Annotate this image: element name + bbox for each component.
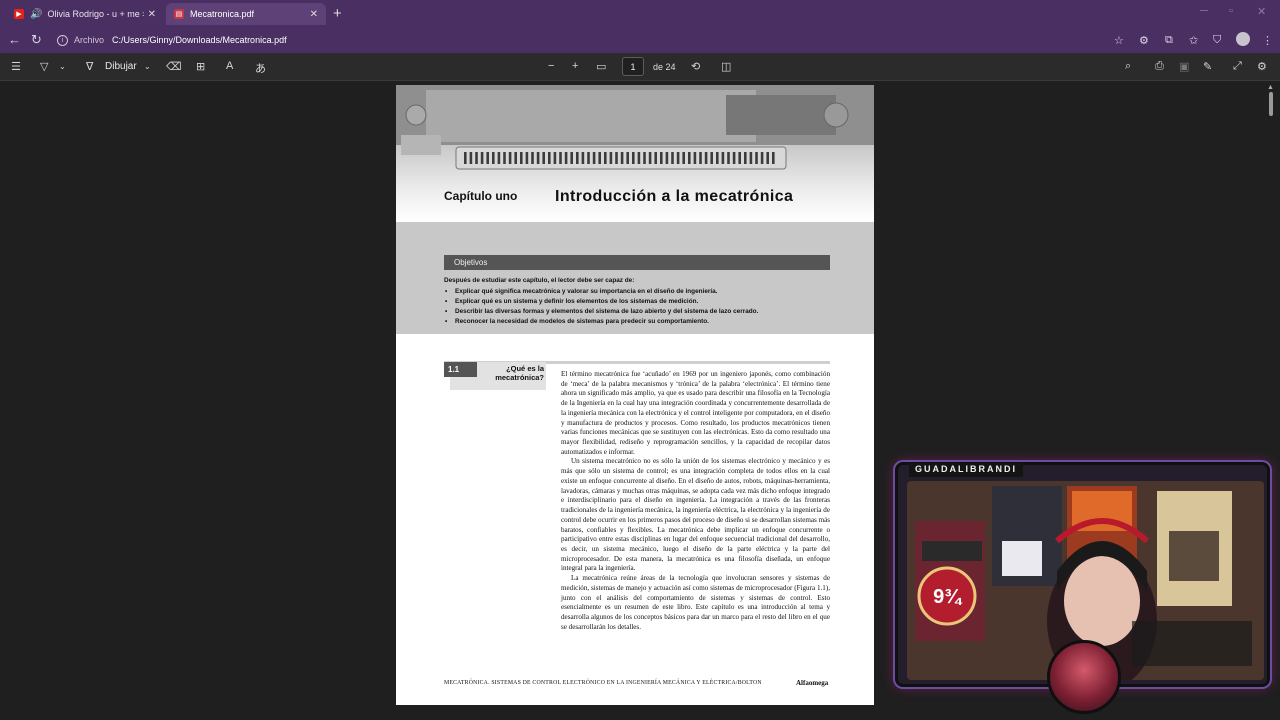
objectives-intro: Después de estudiar este capítulo, el le… xyxy=(444,277,635,284)
save-icon[interactable]: ▣ xyxy=(1179,60,1189,73)
chapter-title: Introducción a la mecatrónica xyxy=(555,188,794,205)
page-footer-publisher: Alfaomega xyxy=(796,679,829,687)
extensions-icon[interactable]: ⚙ xyxy=(1139,34,1149,47)
page-footer-title: MECATRÓNICA. SISTEMAS DE CONTROL ELECTRÓ… xyxy=(444,680,762,686)
minimize-icon[interactable]: ─ xyxy=(1200,5,1208,17)
close-tab-icon[interactable]: ✕ xyxy=(310,9,318,20)
page-view-icon[interactable]: ◫ xyxy=(721,60,731,73)
section-number: 1.1 xyxy=(444,362,477,377)
scroll-up-icon[interactable]: ▲ xyxy=(1267,84,1274,91)
streamer-avatar xyxy=(1047,640,1121,714)
streamer-name: GUADALIBRANDI xyxy=(909,463,1023,477)
address-bar[interactable]: i Archivo C:/Users/Ginny/Downloads/Mecat… xyxy=(50,30,1140,50)
save-as-icon[interactable]: ✎ xyxy=(1203,60,1212,73)
close-tab-icon[interactable]: ✕ xyxy=(148,9,156,20)
settings-icon[interactable]: ⚙ xyxy=(1257,60,1267,73)
page-number-input[interactable]: 1 xyxy=(622,57,644,76)
tab-pdf[interactable]: ▤ Mecatronica.pdf ✕ xyxy=(166,3,326,25)
section-title: ¿Qué es la mecatrónica? xyxy=(495,364,544,382)
objectives-heading: Objetivos xyxy=(444,255,830,270)
paragraph: La mecatrónica reúne áreas de la tecnolo… xyxy=(561,574,830,631)
chapter-banner-image: Capítulo uno Introducción a la mecatróni… xyxy=(396,85,874,222)
profile-avatar[interactable] xyxy=(1236,32,1250,46)
contents-icon[interactable]: ☰ xyxy=(11,60,21,73)
eraser-icon[interactable]: ⌫ xyxy=(166,60,182,73)
url-scheme: Archivo xyxy=(74,35,105,45)
print-icon[interactable]: ⎙ xyxy=(1155,60,1164,73)
address-bar-row: ← ↻ i Archivo C:/Users/Ginny/Downloads/M… xyxy=(0,28,1280,53)
read-aloud-icon[interactable]: A xyxy=(226,60,233,72)
pdf-icon: ▤ xyxy=(174,9,184,19)
pdf-page: Capítulo uno Introducción a la mecatróni… xyxy=(396,85,874,705)
body-text: El término mecatrónica fue ‘acuñado’ en … xyxy=(561,370,830,632)
more-menu-icon[interactable]: ⋮ xyxy=(1262,34,1273,47)
draw-button[interactable]: Dibujar xyxy=(105,61,137,72)
zoom-in-icon[interactable]: + xyxy=(572,60,578,72)
objective-item: Explicar qué es un sistema y definir los… xyxy=(444,297,758,307)
objective-item: Describir las diversas formas y elemento… xyxy=(444,307,758,317)
split-screen-icon[interactable]: ⧉ xyxy=(1165,34,1173,47)
chevron-down-icon[interactable]: ⌄ xyxy=(144,62,151,71)
scrollbar-thumb[interactable] xyxy=(1269,92,1273,116)
tab-youtube[interactable]: ▶ 🔊 Olivia Rodrigo - u + me = ▯ (l ✕ xyxy=(6,3,164,25)
objectives-list: Explicar qué significa mecatrónica y val… xyxy=(444,287,758,327)
new-tab-button[interactable]: + xyxy=(333,5,342,22)
youtube-icon: ▶ xyxy=(14,9,24,19)
draw-icon[interactable]: ∇ xyxy=(86,60,93,73)
favorites-icon[interactable]: ✩ xyxy=(1189,34,1198,47)
fit-page-icon[interactable]: ▭ xyxy=(596,60,606,73)
fullscreen-icon[interactable]: ⤢ xyxy=(1233,60,1242,73)
objective-item: Explicar qué significa mecatrónica y val… xyxy=(444,287,758,297)
tab-title: Mecatronica.pdf xyxy=(190,9,255,19)
browser-titlebar: ▶ 🔊 Olivia Rodrigo - u + me = ▯ (l ✕ ▤ M… xyxy=(0,0,1280,28)
highlight-icon[interactable]: ▽ xyxy=(40,60,48,73)
speaker-icon[interactable]: 🔊 xyxy=(30,9,42,20)
refresh-icon[interactable]: ↻ xyxy=(31,32,42,48)
svg-text:9¾: 9¾ xyxy=(933,586,963,608)
favorite-star-icon[interactable]: ☆ xyxy=(1114,34,1124,47)
chevron-down-icon[interactable]: ⌄ xyxy=(59,62,66,71)
chapter-label: Capítulo uno xyxy=(444,189,518,203)
shield-icon[interactable]: ⛉ xyxy=(1213,34,1221,47)
info-icon[interactable]: i xyxy=(57,34,68,46)
zoom-out-icon[interactable]: − xyxy=(548,60,554,72)
back-icon[interactable]: ← xyxy=(8,32,21,47)
tab-title: Olivia Rodrigo - u + me = ▯ (l xyxy=(47,8,143,19)
close-window-icon[interactable]: ✕ xyxy=(1257,5,1266,18)
objectives-box: Objetivos Después de estudiar este capít… xyxy=(396,222,874,334)
text-box-icon[interactable]: ⊞ xyxy=(196,60,205,73)
search-icon[interactable]: ⌕ xyxy=(1125,60,1131,73)
rotate-icon[interactable]: ⟲ xyxy=(691,60,700,73)
maximize-icon[interactable]: ▫ xyxy=(1229,5,1233,17)
pdf-toolbar: ☰ ▽ ⌄ ∇ Dibujar ⌄ ⌫ ⊞ A あ − + ▭ 1 de 24 … xyxy=(0,53,1280,81)
objective-item: Reconocer la necesidad de modelos de sis… xyxy=(444,317,758,327)
url-text[interactable]: C:/Users/Ginny/Downloads/Mecatronica.pdf xyxy=(112,35,287,45)
paragraph: Un sistema mecatrónico no es sólo la uni… xyxy=(561,457,830,573)
translate-icon[interactable]: あ xyxy=(255,60,266,76)
page-count: de 24 xyxy=(653,62,676,72)
paragraph: El término mecatrónica fue ‘acuñado’ en … xyxy=(561,370,830,456)
